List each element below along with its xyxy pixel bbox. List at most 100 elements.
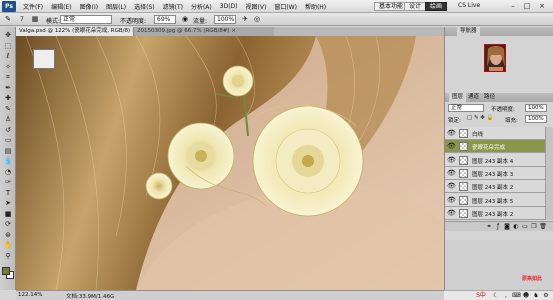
3d-rotate-icon[interactable]: ⟳: [2, 220, 14, 229]
lasso-icon[interactable]: ℓ: [2, 52, 14, 61]
eye-icon[interactable]: 👁: [447, 196, 456, 204]
navigator-thumbnail[interactable]: [484, 44, 506, 72]
link-icon[interactable]: ⚭: [485, 223, 493, 231]
layer-thumbnail: [459, 155, 468, 165]
layers-footer: ⚭ ƒ ◙ ◐ ▭ ❐ 🗑: [445, 221, 553, 231]
settings-icon[interactable]: ⚙: [542, 292, 550, 300]
menu-filter[interactable]: 滤镜(T): [159, 2, 187, 11]
quick-select-icon[interactable]: ✧: [2, 63, 14, 72]
tab-layers[interactable]: 图层: [449, 93, 467, 102]
dodge-icon[interactable]: ◔: [2, 168, 14, 177]
eyedropper-icon[interactable]: ✒: [2, 84, 14, 93]
fill-input[interactable]: 100%: [525, 115, 547, 123]
comma-icon[interactable]: ,: [502, 292, 510, 300]
workspace-painting-button[interactable]: 绘画: [425, 2, 448, 11]
pressure-opacity-icon[interactable]: ◉: [180, 15, 190, 24]
layers-scrollbar[interactable]: [545, 127, 553, 220]
minimize-button[interactable]: –: [508, 2, 518, 11]
gradient-icon[interactable]: ▤: [2, 147, 14, 156]
adjustment-icon[interactable]: ◐: [512, 223, 520, 231]
marquee-icon[interactable]: ⬚: [2, 42, 14, 51]
workspace-essentials-button[interactable]: 基本功能: [374, 2, 409, 11]
close-window-button[interactable]: ×: [537, 2, 547, 11]
fx-icon[interactable]: ƒ: [494, 223, 502, 231]
menu-view[interactable]: 视图(V): [242, 2, 271, 11]
layer-name: 图层 243 副本 5: [472, 198, 514, 205]
foreground-color-swatch[interactable]: [2, 267, 10, 275]
eye-icon[interactable]: 👁: [447, 209, 456, 217]
shape-icon[interactable]: ■: [2, 210, 14, 219]
brush-panel-icon[interactable]: ▦: [30, 15, 40, 24]
user-icon[interactable]: ☻: [522, 292, 530, 300]
layer-row[interactable]: 👁 图层 243 副本 2: [445, 180, 545, 194]
document-tab-secondary[interactable]: 20150309.jpg @ 66.7% (RGB/8#) ×: [134, 27, 274, 36]
healing-icon[interactable]: ✚: [2, 94, 14, 103]
trash-icon[interactable]: 🗑: [539, 223, 547, 231]
tab-paths[interactable]: 路径: [481, 93, 498, 102]
menu-layer[interactable]: 图层(L): [102, 2, 130, 11]
move-icon[interactable]: ✥: [2, 31, 14, 40]
type-icon[interactable]: T: [2, 189, 14, 198]
keyboard-icon[interactable]: ⌨: [512, 292, 521, 300]
layer-name: 图层 243 副本 2: [472, 211, 514, 218]
group-icon[interactable]: ▭: [521, 223, 529, 231]
brush-tool-preset-icon[interactable]: ✎: [3, 15, 13, 24]
layer-row[interactable]: 👁 白线: [445, 127, 545, 140]
tab-channels[interactable]: 通道: [465, 93, 482, 102]
eye-icon[interactable]: 👁: [447, 142, 456, 150]
pen-icon[interactable]: ✑: [2, 178, 14, 187]
mask-icon[interactable]: ◙: [503, 223, 511, 231]
menu-help[interactable]: 帮助(H): [301, 2, 330, 11]
menu-window[interactable]: 窗口(W): [270, 2, 301, 11]
cs-live-button[interactable]: CS Live: [458, 2, 480, 9]
menu-select[interactable]: 选择(S): [130, 2, 159, 11]
layer-row[interactable]: 👁 图层 243 副本 4: [445, 153, 545, 167]
maximize-button[interactable]: □: [522, 2, 532, 11]
crop-icon[interactable]: ⌗: [2, 73, 14, 82]
menu-3d[interactable]: 3D(D): [216, 3, 242, 10]
moon-icon[interactable]: ☾: [492, 292, 500, 300]
blur-icon[interactable]: 💧: [2, 157, 14, 166]
history-brush-icon[interactable]: ↺: [2, 126, 14, 135]
layer-row[interactable]: 👁 图层 243 副本 2: [445, 206, 545, 220]
menu-file[interactable]: 文件(F): [19, 2, 47, 11]
brush-icon[interactable]: ✎: [2, 105, 14, 114]
zoom-icon[interactable]: ⚲: [2, 252, 14, 261]
document-tabs: Valga.psd @ 122% (瓷眼花朵完成, RGB/8) × 20150…: [16, 27, 444, 36]
lock-icons[interactable]: □ ✎ ✥ 🔒: [467, 115, 494, 121]
layers-tab-strip: 图层 通道 路径: [445, 93, 553, 102]
flow-input[interactable]: 100%: [214, 15, 236, 24]
eye-icon[interactable]: 👁: [447, 156, 456, 164]
menu-edit[interactable]: 编辑(E): [47, 2, 75, 11]
zoom-level[interactable]: 122.14%: [18, 292, 42, 298]
tools-panel: ✥ ⬚ ℓ ✧ ⌗ ✒ ✚ ✎ ♙ ↺ ▭ ▤ 💧 ◔ ✑ T ➤ ■ ⟳ ⊛ ✋ ⚲: [0, 27, 16, 290]
opacity-input[interactable]: 69%: [154, 15, 176, 24]
airbrush-icon[interactable]: ✈: [240, 15, 250, 24]
hand-icon[interactable]: ✋: [2, 241, 14, 250]
new-layer-icon[interactable]: ❐: [530, 223, 538, 231]
document-canvas[interactable]: [16, 36, 444, 290]
eraser-icon[interactable]: ▭: [2, 136, 14, 145]
workspace-design-button[interactable]: 设计: [404, 2, 427, 11]
layer-row[interactable]: 👁 图层 243 副本 5: [445, 193, 545, 207]
eye-icon[interactable]: 👁: [447, 129, 456, 137]
layer-row[interactable]: 👁 瓷眼花朵完成: [445, 140, 545, 154]
tab-navigator[interactable]: 导航器: [457, 27, 480, 36]
menu-bar: Ps 文件(F) 编辑(E) 图像(I) 图层(L) 选择(S) 滤镜(T) 分…: [0, 0, 553, 13]
pressure-size-icon[interactable]: ◎: [252, 15, 262, 24]
clone-stamp-icon[interactable]: ♙: [2, 115, 14, 124]
blend-mode-select[interactable]: 正常: [448, 104, 484, 112]
brush-size-value[interactable]: 7: [20, 16, 24, 23]
document-tab-valga[interactable]: Valga.psd @ 122% (瓷眼花朵完成, RGB/8) ×: [16, 27, 134, 36]
3d-orbit-icon[interactable]: ⊛: [2, 231, 14, 240]
menu-image[interactable]: 图像(I): [76, 2, 102, 11]
path-select-icon[interactable]: ➤: [2, 199, 14, 208]
eye-icon[interactable]: 👁: [447, 182, 456, 190]
menu-analysis[interactable]: 分析(A): [187, 2, 216, 11]
shirt-icon[interactable]: ♞: [532, 292, 540, 300]
input-method-indicator[interactable]: S中: [474, 292, 488, 300]
mode-select[interactable]: 正常: [60, 15, 112, 24]
layer-opacity-input[interactable]: 100%: [525, 104, 547, 112]
layer-row[interactable]: 👁 图层 243 副本 3: [445, 166, 545, 180]
eye-icon[interactable]: 👁: [447, 169, 456, 177]
